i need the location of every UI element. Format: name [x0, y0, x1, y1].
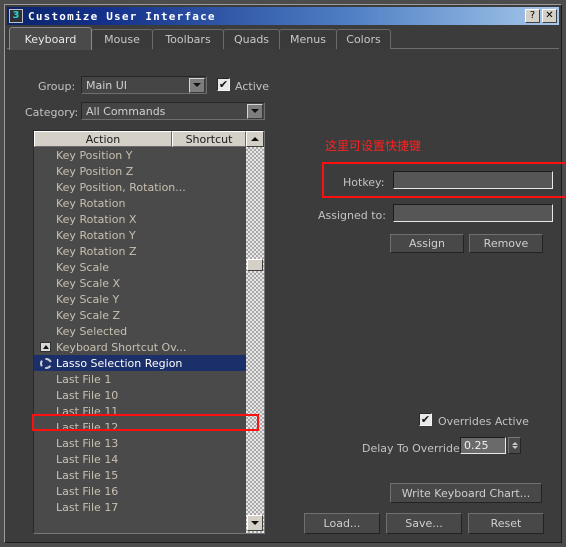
scroll-down-button[interactable] [247, 515, 263, 531]
active-checkbox[interactable]: ✔ [217, 78, 230, 91]
list-item-label: Key Position Z [56, 164, 134, 178]
lasso-icon [40, 357, 56, 369]
list-item[interactable]: Key Scale [34, 259, 246, 275]
list-item-label: Keyboard Shortcut Ov... [56, 340, 187, 354]
list-item[interactable]: Last File 10 [34, 387, 246, 403]
close-button[interactable]: ✕ [542, 9, 557, 23]
list-item[interactable]: Key Rotation Y [34, 227, 246, 243]
list-item[interactable]: Key Scale X [34, 275, 246, 291]
delay-spinner[interactable] [508, 437, 521, 454]
list-item-label: Last File 13 [56, 436, 119, 450]
chevron-down-icon[interactable] [189, 77, 205, 93]
column-header-shortcut[interactable]: Shortcut [172, 131, 246, 147]
remove-button[interactable]: Remove [469, 234, 543, 253]
list-item-label: Last File 10 [56, 388, 119, 402]
list-item-label: Key Scale Z [56, 308, 121, 322]
list-item-label: Last File 14 [56, 452, 119, 466]
write-keyboard-chart-button[interactable]: Write Keyboard Chart... [390, 483, 542, 503]
tab-colors[interactable]: Colors [336, 29, 391, 49]
list-item-label: Last File 11 [56, 404, 119, 418]
list-item-label: Key Position, Rotation... [56, 180, 186, 194]
help-button[interactable]: ? [525, 9, 540, 23]
list-item[interactable]: Last File 14 [34, 451, 246, 467]
list-item[interactable]: Last File 15 [34, 467, 246, 483]
list-item[interactable]: Last File 11 [34, 403, 246, 419]
list-item-label: Last File 17 [56, 500, 119, 514]
overrides-active-checkbox[interactable]: ✔ [419, 413, 432, 426]
group-dropdown[interactable]: Main UI [81, 76, 207, 94]
list-header: Action Shortcut [34, 131, 264, 147]
keyboard-tab-panel: Group: Main UI ✔ Active Category: All Co… [7, 49, 566, 542]
max-app-icon: 3 [9, 9, 23, 23]
list-item-label: Key Rotation [56, 196, 126, 210]
delay-to-override-input[interactable]: 0.25 [460, 437, 506, 454]
tab-quads[interactable]: Quads [223, 29, 280, 49]
list-item[interactable]: Key Position Y [34, 147, 246, 163]
list-item-label: Lasso Selection Region [56, 356, 183, 370]
scroll-up-button[interactable] [246, 131, 264, 147]
overrides-active-label: Overrides Active [438, 415, 529, 428]
list-item-label: Key Position Y [56, 148, 133, 162]
group-label: Group: [38, 80, 76, 93]
load-button[interactable]: Load... [304, 513, 380, 534]
list-item[interactable]: Key Rotation [34, 195, 246, 211]
list-item[interactable]: Key Scale Z [34, 307, 246, 323]
list-item[interactable]: Key Position, Rotation... [34, 179, 246, 195]
keyboard-icon [40, 342, 56, 352]
list-item[interactable]: Last File 13 [34, 435, 246, 451]
category-value: All Commands [86, 104, 166, 118]
list-item[interactable]: Key Rotation Z [34, 243, 246, 259]
column-header-action[interactable]: Action [34, 131, 172, 147]
group-value: Main UI [86, 78, 128, 92]
title-bar[interactable]: 3 Customize User Interface ? ✕ [7, 7, 559, 25]
list-item-label: Last File 1 [56, 372, 112, 386]
list-item-label: Key Selected [56, 324, 128, 338]
list-vertical-scrollbar[interactable] [246, 147, 264, 533]
list-item[interactable]: Last File 12 [34, 419, 246, 435]
reset-button[interactable]: Reset [468, 513, 544, 534]
list-item-label: Key Scale Y [56, 292, 120, 306]
list-item-label: Last File 16 [56, 484, 119, 498]
hotkey-annotation-text: 这里可设置快捷键 [325, 139, 422, 153]
scrollbar-thumb[interactable] [247, 259, 263, 271]
assign-button[interactable]: Assign [390, 234, 464, 253]
tab-toolbars[interactable]: Toolbars [152, 29, 224, 49]
assigned-to-label: Assigned to: [318, 209, 386, 222]
list-item[interactable]: Lasso Selection Region [34, 355, 246, 371]
hotkey-label: Hotkey: [343, 176, 385, 189]
tab-keyboard[interactable]: Keyboard [9, 27, 92, 50]
list-item[interactable]: Key Scale Y [34, 291, 246, 307]
tab-mouse[interactable]: Mouse [91, 29, 153, 49]
delay-to-override-label: Delay To Override: [362, 442, 464, 455]
active-label: Active [235, 80, 270, 93]
save-button[interactable]: Save... [386, 513, 462, 534]
list-item[interactable]: Last File 16 [34, 483, 246, 499]
command-list[interactable]: Action Shortcut Key Position Y Key Positi… [33, 130, 265, 534]
list-item-label: Last File 15 [56, 468, 119, 482]
list-item-label: Key Rotation Z [56, 244, 137, 258]
list-item[interactable]: Keyboard Shortcut Ov... [34, 339, 246, 355]
category-label: Category: [25, 106, 79, 119]
list-item[interactable]: Key Rotation X [34, 211, 246, 227]
list-item-label: Key Scale X [56, 276, 121, 290]
assigned-to-input[interactable] [393, 204, 553, 222]
list-item[interactable]: Last File 17 [34, 499, 246, 515]
tab-bar: Keyboard Mouse Toolbars Quads Menus Colo… [7, 27, 559, 50]
customize-user-interface-window: 3 Customize User Interface ? ✕ Keyboard … [4, 4, 566, 543]
chevron-down-icon[interactable] [247, 103, 263, 119]
tab-menus[interactable]: Menus [279, 29, 337, 49]
list-item[interactable]: Key Position Z [34, 163, 246, 179]
window-title: Customize User Interface [28, 9, 216, 23]
hotkey-input[interactable] [393, 171, 553, 189]
list-item-label: Key Rotation Y [56, 228, 136, 242]
list-item-label: Key Scale [56, 260, 110, 274]
list-body[interactable]: Key Position Y Key Position Z Key Position… [34, 147, 246, 533]
category-dropdown[interactable]: All Commands [81, 102, 265, 120]
list-item[interactable]: Key Selected [34, 323, 246, 339]
list-item-label: Key Rotation X [56, 212, 137, 226]
list-item-label: Last File 12 [56, 420, 119, 434]
list-item[interactable]: Last File 1 [34, 371, 246, 387]
